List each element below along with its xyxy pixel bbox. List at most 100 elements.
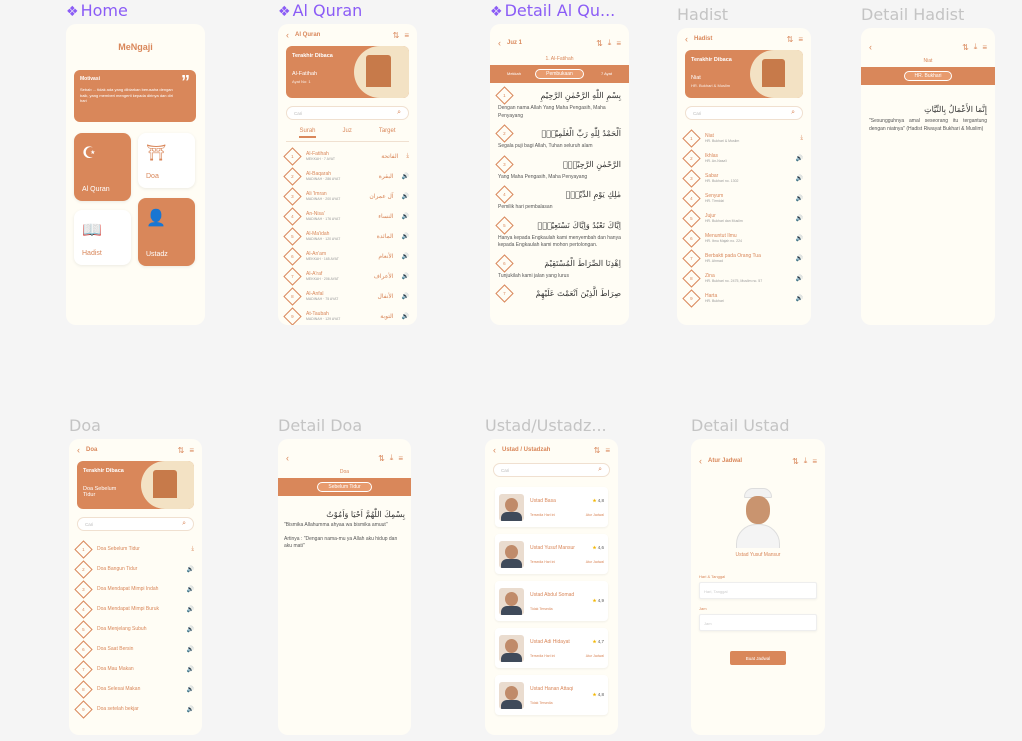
download-icon[interactable]: ⤓	[804, 456, 808, 466]
surah-row[interactable]: 9 At-Taubah MADINAH · 129 AYAT التوبة 🔊	[278, 306, 417, 325]
last-read-banner[interactable]: Terakhir Dibaca Doa Sebelum Tidur	[77, 461, 194, 509]
back-icon[interactable]: ‹	[77, 445, 80, 455]
speaker-icon[interactable]: 🔊	[187, 686, 194, 693]
last-read-banner[interactable]: Terakhir Dibaca Niat HR. Bukhari & Musli…	[685, 50, 803, 98]
doa-row[interactable]: 6 Doa Saat Bersin 🔊	[69, 639, 202, 659]
sort-icon[interactable]: ⇅	[962, 43, 969, 52]
doa-row[interactable]: 1 Doa Sebelum Tidur ⤓	[69, 539, 202, 559]
speaker-icon[interactable]: 🔊	[402, 193, 409, 200]
hadist-row[interactable]: 7 Berbakti pada Orang Tua HR. Ahmad 🔊	[677, 248, 811, 268]
search-input[interactable]: Cari ⌕	[77, 517, 194, 531]
back-icon[interactable]: ‹	[699, 456, 702, 466]
menu-icon[interactable]: ≡	[404, 31, 409, 40]
ustad-card[interactable]: Ustad Hanan Attaqi Tidak Tersedia ★ 4,8	[495, 675, 608, 715]
download-icon[interactable]: ⤓	[974, 42, 978, 52]
surah-row[interactable]: 8 Al-Anfal MADINAH · 75 AYAT الأنفال 🔊	[278, 286, 417, 306]
speaker-icon[interactable]: 🔊	[187, 646, 194, 653]
back-icon[interactable]: ‹	[498, 38, 501, 48]
ustad-card[interactable]: Ustad Basa Tersedia Hari ini ★ 4,8 Atur Jad…	[495, 487, 608, 527]
last-read-banner[interactable]: Terakhir Dibaca Al-Fatihah Ayat No: 1	[286, 46, 409, 98]
tab-target[interactable]: Target	[379, 128, 396, 138]
speaker-icon[interactable]: 🔊	[796, 295, 803, 302]
doa-row[interactable]: 7 Doa Mau Makan 🔊	[69, 659, 202, 679]
menu-icon[interactable]: ≡	[812, 457, 817, 466]
hadist-row[interactable]: 1 Niat HR. Bukhari & Muslim ⤓	[677, 128, 811, 148]
speaker-icon[interactable]: 🔊	[187, 666, 194, 673]
tab-surah[interactable]: Surah	[299, 128, 316, 138]
doa-row[interactable]: 8 Doa Selesai Makan 🔊	[69, 679, 202, 699]
speaker-icon[interactable]: 🔊	[187, 586, 194, 593]
hadist-row[interactable]: 5 Jujur HR. Bukhari dan Muslim 🔊	[677, 208, 811, 228]
time-field[interactable]: Jam	[699, 614, 817, 631]
hadist-row[interactable]: 2 Ikhlas HR. An-Nasa'i 🔊	[677, 148, 811, 168]
download-icon[interactable]: ⤓	[191, 546, 194, 553]
menu-icon[interactable]: ≡	[798, 35, 803, 44]
speaker-icon[interactable]: 🔊	[796, 175, 803, 182]
back-icon[interactable]: ‹	[869, 42, 872, 52]
speaker-icon[interactable]: 🔊	[796, 235, 803, 242]
hadist-row[interactable]: 6 Menuntut Ilmu HR. Ibnu Majah no. 224 🔊	[677, 228, 811, 248]
menu-icon[interactable]: ≡	[982, 43, 987, 52]
menu-icon[interactable]: ≡	[605, 446, 610, 455]
surah-row[interactable]: 6 Al-An'am MEKKAH · 165 AYAT الأنعام 🔊	[278, 246, 417, 266]
menu-icon[interactable]: ≡	[189, 446, 194, 455]
speaker-icon[interactable]: 🔊	[187, 626, 194, 633]
doa-row[interactable]: 3 Doa Mendapat Mimpi Indah 🔊	[69, 579, 202, 599]
doa-row[interactable]: 9 Doa setelah bekjar 🔊	[69, 699, 202, 719]
hadist-row[interactable]: 9 Harta HR. Bukhari 🔊	[677, 288, 811, 308]
sort-icon[interactable]: ⇅	[378, 454, 385, 463]
menu-icon[interactable]: ≡	[398, 454, 403, 463]
speaker-icon[interactable]: 🔊	[402, 213, 409, 220]
sort-icon[interactable]: ⇅	[596, 39, 603, 48]
speaker-icon[interactable]: 🔊	[402, 293, 409, 300]
download-icon[interactable]: ⤓	[608, 38, 612, 48]
surah-row[interactable]: 7 Al-A'raf MEKKAH · 206 AYAT الأعراف 🔊	[278, 266, 417, 286]
surah-row[interactable]: 3 Ali 'Imran MADINAH · 200 AYAT آل عمران 🔊	[278, 186, 417, 206]
card-ustadz[interactable]: 👤 Ustadz	[138, 198, 195, 266]
surah-row[interactable]: 1 Al-Fatihah MEKKAH · 7 AYAT الفاتحة ⤓	[278, 146, 417, 166]
doa-row[interactable]: 4 Doa Mendapat Mimpi Buruk 🔊	[69, 599, 202, 619]
speaker-icon[interactable]: 🔊	[187, 566, 194, 573]
speaker-icon[interactable]: 🔊	[402, 273, 409, 280]
hadist-row[interactable]: 8 Zina HR. Bukhari no. 2475, Muslim no. 57…	[677, 268, 811, 288]
speaker-icon[interactable]: 🔊	[187, 706, 194, 713]
speaker-icon[interactable]: 🔊	[402, 253, 409, 260]
menu-icon[interactable]: ≡	[616, 39, 621, 48]
surah-row[interactable]: 4 An-Nisa' MADINAH · 176 AYAT النساء 🔊	[278, 206, 417, 226]
speaker-icon[interactable]: 🔊	[796, 255, 803, 262]
back-icon[interactable]: ‹	[685, 34, 688, 44]
back-icon[interactable]: ‹	[286, 453, 289, 463]
ustad-card[interactable]: Ustad Abdul Somad Tidak Tersedia ★ 4,9	[495, 581, 608, 621]
speaker-icon[interactable]: 🔊	[796, 155, 803, 162]
download-icon[interactable]: ⤓	[390, 453, 394, 463]
card-hadist[interactable]: 📖 Hadist	[74, 210, 131, 265]
hadist-row[interactable]: 4 Senyum HR. Tirmidzi 🔊	[677, 188, 811, 208]
create-schedule-button[interactable]: Buat Jadwal	[730, 651, 786, 665]
doa-row[interactable]: 2 Doa Bangun Tidur 🔊	[69, 559, 202, 579]
card-doa[interactable]: ⛩ Doa	[138, 133, 195, 188]
ustad-card[interactable]: Ustad Yusuf Mansur Tersedia Hari ini ★ 4,6…	[495, 534, 608, 574]
card-alquran[interactable]: ☪ Al Quran	[74, 133, 131, 201]
speaker-icon[interactable]: 🔊	[402, 233, 409, 240]
search-input[interactable]: Cari ⌕	[286, 106, 409, 120]
ustad-card[interactable]: Ustad Adi Hidayat Tersedia Hari ini ★ 4,7 A…	[495, 628, 608, 668]
schedule-link[interactable]: Atur Jadwal	[586, 560, 604, 564]
schedule-link[interactable]: Atur Jadwal	[586, 654, 604, 658]
search-input[interactable]: Cari ⌕	[685, 106, 803, 120]
search-input[interactable]: Cari ⌕	[493, 463, 610, 477]
speaker-icon[interactable]: 🔊	[796, 195, 803, 202]
back-icon[interactable]: ‹	[286, 30, 289, 40]
doa-row[interactable]: 5 Doa Menjelang Subuh 🔊	[69, 619, 202, 639]
sort-icon[interactable]: ⇅	[792, 457, 799, 466]
download-icon[interactable]: ⤓	[406, 153, 409, 160]
sort-icon[interactable]: ⇅	[787, 35, 794, 44]
back-icon[interactable]: ‹	[493, 445, 496, 455]
speaker-icon[interactable]: 🔊	[796, 215, 803, 222]
surah-row[interactable]: 2 Al-Baqarah MADINAH · 286 AYAT البقرة 🔊	[278, 166, 417, 186]
sort-icon[interactable]: ⇅	[178, 446, 185, 455]
sort-icon[interactable]: ⇅	[594, 446, 601, 455]
speaker-icon[interactable]: 🔊	[187, 606, 194, 613]
speaker-icon[interactable]: 🔊	[402, 173, 409, 180]
download-icon[interactable]: ⤓	[800, 135, 803, 142]
speaker-icon[interactable]: 🔊	[796, 275, 803, 282]
